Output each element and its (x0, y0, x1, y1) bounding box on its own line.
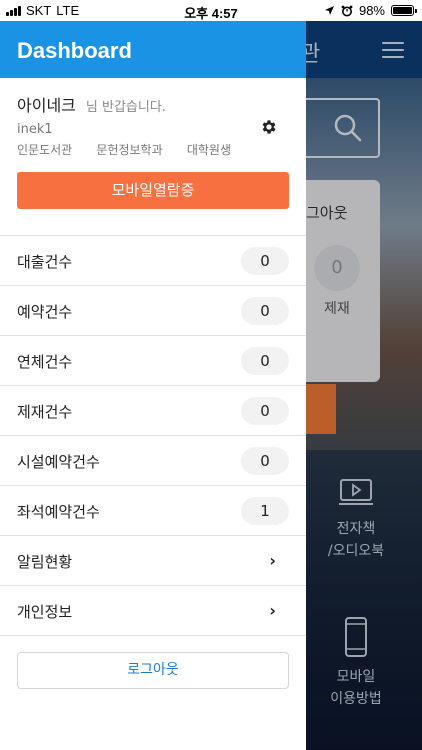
stat-label: 연체건수 (17, 353, 73, 371)
stat-label: 시설예약건수 (17, 453, 100, 471)
chevron-right-icon: › (269, 601, 276, 620)
menu-item-label: 알림현황 (17, 553, 73, 571)
drawer-title: Dashboard (0, 21, 306, 78)
stat-count-badge: 0 (241, 347, 289, 375)
user-library: 인문도서관 (17, 143, 73, 157)
stat-label: 좌석예약건수 (17, 503, 100, 521)
stat-row-overdue[interactable]: 연체건수 0 (0, 336, 306, 386)
stat-label: 제재건수 (17, 403, 73, 421)
stat-row-facility-reservations[interactable]: 시설예약건수 0 (0, 436, 306, 486)
battery-icon (391, 5, 417, 16)
logout-button[interactable]: 로그아웃 (17, 652, 289, 689)
status-bar: SKT LTE 오후 4:57 98% (0, 0, 422, 21)
menu-item-label: 개인정보 (17, 603, 73, 621)
stat-count-badge: 0 (241, 247, 289, 275)
stat-row-loans[interactable]: 대출건수 0 (0, 236, 306, 286)
user-status: 대학원생 (186, 143, 231, 157)
stat-label: 예약건수 (17, 303, 73, 321)
navigation-drawer: Dashboard 아이네크 님 반갑습니다. inek1 인문도서관 문헌정보… (0, 21, 306, 750)
stat-row-seat-reservations[interactable]: 좌석예약건수 1 (0, 486, 306, 536)
alarm-icon (341, 5, 353, 16)
stat-count-badge: 0 (241, 297, 289, 325)
stats-list: 대출건수 0 예약건수 0 연체건수 0 제재건수 0 시설예약건수 0 좌석예… (0, 236, 306, 636)
user-id: inek1 (17, 122, 53, 137)
stat-count-badge: 0 (241, 447, 289, 475)
menu-item-personal-info[interactable]: 개인정보 › (0, 586, 306, 636)
stat-label: 대출건수 (17, 253, 73, 271)
user-department: 문헌정보학과 (96, 143, 163, 157)
battery-percent: 98% (358, 3, 385, 18)
gear-icon[interactable] (260, 118, 278, 136)
stat-row-reservations[interactable]: 예약건수 0 (0, 286, 306, 336)
stat-count-badge: 1 (241, 497, 289, 525)
mobile-library-card-button[interactable]: 모바일열람증 (17, 172, 289, 209)
location-arrow-icon (324, 6, 334, 15)
stat-row-sanctions[interactable]: 제재건수 0 (0, 386, 306, 436)
user-profile: 아이네크 님 반갑습니다. inek1 인문도서관 문헌정보학과 대학원생 모바… (0, 78, 306, 236)
stat-count-badge: 0 (241, 397, 289, 425)
menu-item-notifications[interactable]: 알림현황 › (0, 536, 306, 586)
chevron-right-icon: › (269, 551, 276, 570)
user-name: 아이네크 (17, 96, 76, 115)
greeting-text: 님 반갑습니다. (85, 100, 166, 115)
